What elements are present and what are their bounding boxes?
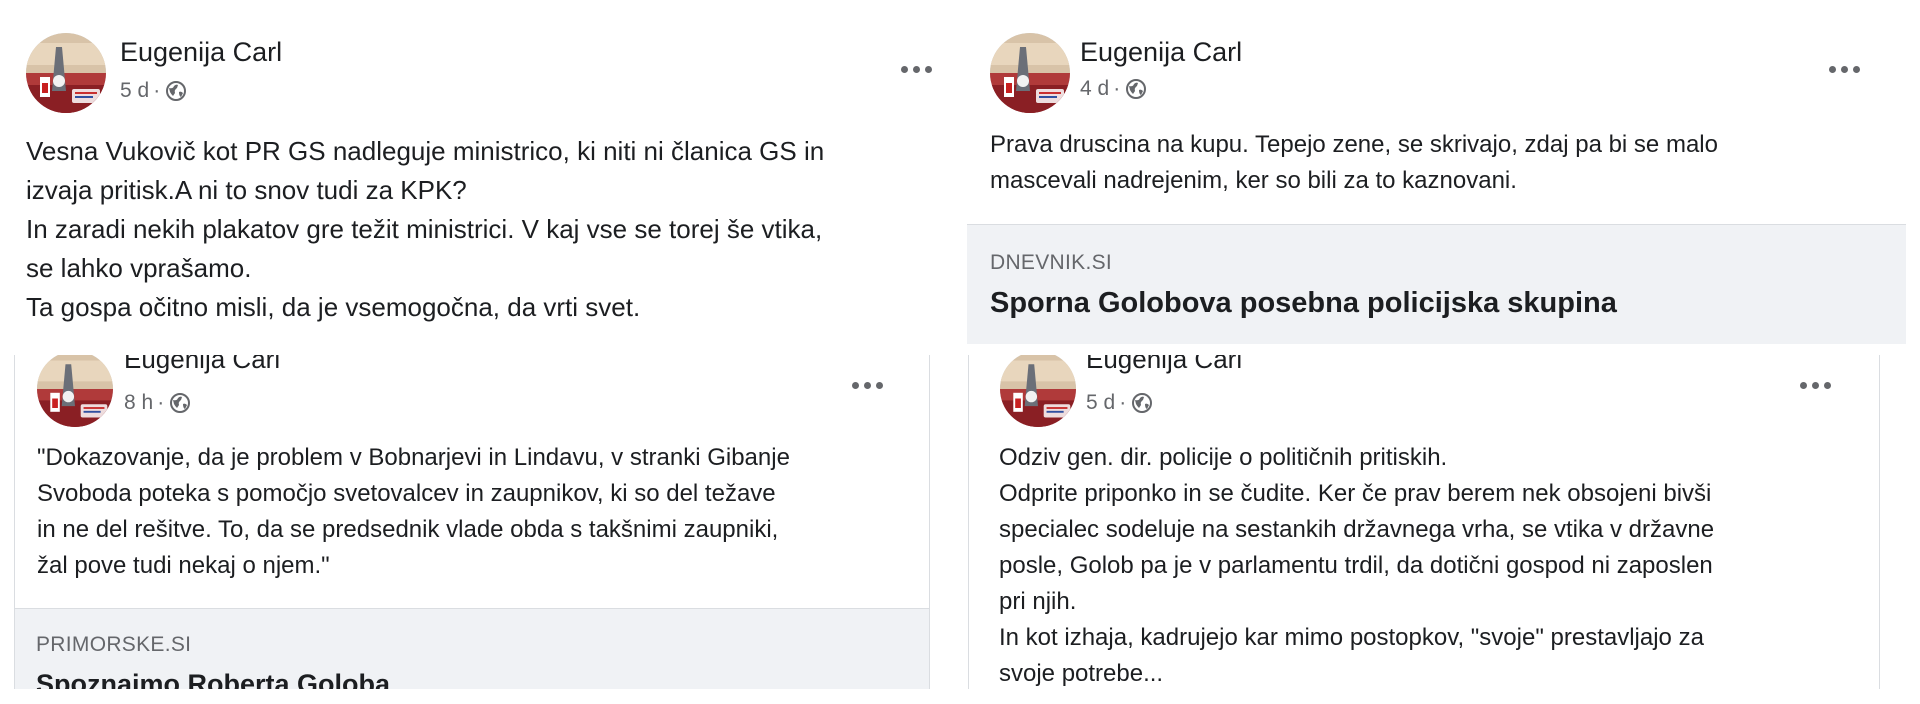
post-card: Eugenija Carl 4 d · Prava druscina na ku… — [966, 0, 1906, 345]
author-name[interactable]: Eugenija Carl — [1086, 355, 1242, 375]
globe-icon — [168, 391, 192, 415]
post-line: "Dokazovanje, da je problem v Bobnarjevi… — [37, 444, 790, 471]
author-name[interactable]: Eugenija Carl — [120, 37, 282, 68]
post-line: Svoboda poteka s pomočjo svetovalcev in … — [37, 480, 776, 507]
avatar[interactable] — [1000, 355, 1076, 427]
post-text: Prava druscina na kupu. Tepejo zene, se … — [990, 127, 1718, 199]
post-line: posle, Golob pa je v parlamentu trdil, d… — [999, 552, 1713, 579]
meta-separator: · — [153, 79, 161, 102]
post-line: In kot izhaja, kadrujejo kar mimo postop… — [999, 624, 1704, 651]
globe-icon — [164, 79, 188, 103]
meta-separator: · — [157, 391, 165, 414]
post-meta: 4 d · — [1080, 77, 1148, 101]
post-line: žal pove tudi nekaj o njem." — [37, 552, 330, 579]
more-options-icon[interactable] — [901, 66, 932, 73]
link-title[interactable]: Sporna Golobova posebna policijska skupi… — [990, 287, 1617, 320]
post-line: Prava druscina na kupu. Tepejo zene, se … — [990, 131, 1718, 158]
avatar[interactable] — [990, 33, 1070, 113]
post-time[interactable]: 4 d — [1080, 77, 1109, 101]
post-line: Ta gospa očitno misli, da je vsemogočna,… — [26, 292, 641, 322]
post-line: in ne del rešitve. To, da se predsednik … — [37, 516, 779, 543]
author-name[interactable]: Eugenija Carl — [1080, 37, 1242, 68]
post-card: Eugenija Carl 8 h · "Dokazovanje, da je … — [14, 355, 930, 689]
globe-icon — [1130, 391, 1154, 415]
post-text: Vesna Vukovič kot PR GS nadleguje minist… — [26, 132, 824, 327]
avatar[interactable] — [37, 355, 113, 427]
post-line: izvaja pritisk.A ni to snov tudi za KPK? — [26, 175, 467, 205]
avatar[interactable] — [26, 33, 106, 113]
post-line: mascevali nadrejenim, ker so bili za to … — [990, 167, 1517, 194]
link-domain: PRIMORSKE.SI — [36, 633, 192, 656]
post-line: pri njih. — [999, 588, 1077, 615]
more-options-icon[interactable] — [1829, 66, 1860, 73]
link-domain: DNEVNIK.SI — [990, 251, 1113, 274]
author-name[interactable]: Eugenija Carl — [124, 355, 280, 375]
post-line: se lahko vprašamo. — [26, 253, 252, 283]
post-meta: 5 d · — [1086, 391, 1154, 415]
post-card: Eugenija Carl 5 d · Vesna Vukovič kot PR… — [0, 0, 948, 345]
post-line: specialec sodeluje na sestankih državneg… — [999, 516, 1715, 543]
post-time[interactable]: 8 h — [124, 391, 153, 415]
post-line: In zaradi nekih plakatov gre težit minis… — [26, 214, 823, 244]
post-line: Odprite priponko in se čudite. Ker če pr… — [999, 480, 1712, 507]
post-meta: 8 h · — [124, 391, 192, 415]
post-line: Odziv gen. dir. policije o političnih pr… — [999, 444, 1448, 471]
meta-separator: · — [1113, 77, 1121, 100]
meta-separator: · — [1119, 391, 1127, 414]
post-card: Eugenija Carl 5 d · Odziv gen. dir. poli… — [968, 355, 1880, 689]
link-preview-card[interactable]: PRIMORSKE.SI Spoznajmo Roberta Goloba — [15, 608, 929, 689]
post-text: Odziv gen. dir. policije o političnih pr… — [999, 440, 1714, 689]
post-line: svoje potrebe... — [999, 660, 1164, 687]
post-line: Vesna Vukovič kot PR GS nadleguje minist… — [26, 136, 825, 166]
post-meta: 5 d · — [120, 79, 188, 103]
more-options-icon[interactable] — [852, 382, 883, 389]
globe-icon — [1124, 77, 1148, 101]
more-options-icon[interactable] — [1800, 382, 1831, 389]
link-preview-card[interactable]: DNEVNIK.SI Sporna Golobova posebna polic… — [967, 224, 1906, 344]
post-time[interactable]: 5 d — [1086, 391, 1115, 415]
post-time[interactable]: 5 d — [120, 79, 149, 103]
link-title[interactable]: Spoznajmo Roberta Goloba — [36, 669, 390, 689]
post-text: "Dokazovanje, da je problem v Bobnarjevi… — [37, 440, 790, 584]
